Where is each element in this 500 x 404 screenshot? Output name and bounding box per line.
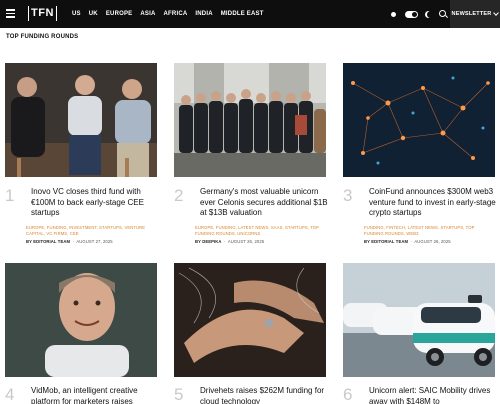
nav-link-us[interactable]: US xyxy=(72,11,81,17)
article-card[interactable]: 2 Germany's most valuable unicorn ever C… xyxy=(174,63,328,253)
article-date: AUGUST 27, 2025 xyxy=(76,239,113,244)
rank-number: 3 xyxy=(343,186,353,205)
search-icon[interactable] xyxy=(439,9,448,19)
article-date: AUGUST 26, 2025 xyxy=(414,239,451,244)
article-card[interactable]: 4 VidMob, an intelligent creative platfo… xyxy=(5,263,157,404)
hands-tech-illustration xyxy=(174,263,326,377)
article-byline: BY EDITORIAL TEAM · AUGUST 27, 2025 xyxy=(26,239,113,244)
chevron-down-icon xyxy=(493,10,500,16)
region-nav: US UK EUROPE ASIA AFRICA INDIA MIDDLE EA… xyxy=(72,0,264,28)
nav-link-india[interactable]: INDIA xyxy=(195,11,212,17)
article-image[interactable] xyxy=(343,263,495,377)
nav-link-uk[interactable]: UK xyxy=(89,11,98,17)
article-image[interactable] xyxy=(343,63,495,177)
article-title[interactable]: Unicorn alert: SAIC Mobility drives away… xyxy=(369,386,497,404)
article-card[interactable]: 5 Drivehets raises $262M funding for clo… xyxy=(174,263,326,404)
article-title[interactable]: Drivehets raises $262M funding for cloud… xyxy=(200,386,328,404)
site-logo[interactable]: TFN xyxy=(28,6,57,21)
section-title: TOP FUNDING ROUNDS xyxy=(6,34,79,40)
article-card[interactable]: 3 CoinFund announces $300M web3 venture … xyxy=(343,63,497,253)
article-title[interactable]: VidMob, an intelligent creative platform… xyxy=(31,386,159,404)
nav-link-europe[interactable]: EUROPE xyxy=(106,11,133,17)
article-image[interactable] xyxy=(174,263,326,377)
nav-tools xyxy=(389,0,448,28)
article-title[interactable]: Germany's most valuable unicorn ever Cel… xyxy=(200,187,328,219)
article-author[interactable]: BY DEEPIKA xyxy=(195,239,222,244)
nav-link-africa[interactable]: AFRICA xyxy=(164,11,188,17)
rank-number: 2 xyxy=(174,186,184,205)
article-author[interactable]: BY EDITORIAL TEAM xyxy=(364,239,408,244)
team-photo-illustration xyxy=(5,63,157,177)
moon-icon xyxy=(427,11,434,18)
portrait-illustration xyxy=(5,263,157,377)
article-tags[interactable]: EUROPE, FUNDING, INVESTMENT, STARTUPS, V… xyxy=(26,225,156,237)
rank-number: 5 xyxy=(174,385,184,404)
sun-icon xyxy=(389,10,398,19)
top-navbar: TFN US UK EUROPE ASIA AFRICA INDIA MIDDL… xyxy=(0,0,500,28)
rank-number: 6 xyxy=(343,385,353,404)
article-card[interactable]: 6 Unicorn alert: SAIC Mobility drives aw… xyxy=(343,263,495,404)
nav-link-asia[interactable]: ASIA xyxy=(140,11,155,17)
article-byline: BY DEEPIKA · AUGUST 26, 2025 xyxy=(195,239,265,244)
article-tags[interactable]: FUNDING, FINTECH, LATEST NEWS, STARTUPS,… xyxy=(364,225,494,237)
article-title[interactable]: CoinFund announces $300M web3 venture fu… xyxy=(369,187,497,219)
article-author[interactable]: BY EDITORIAL TEAM xyxy=(26,239,70,244)
nav-link-middle-east[interactable]: MIDDLE EAST xyxy=(221,11,264,17)
rank-number: 1 xyxy=(5,186,15,205)
article-image[interactable] xyxy=(5,63,157,177)
newsletter-button[interactable]: NEWSLETTER xyxy=(450,0,500,28)
group-photo-illustration xyxy=(174,63,326,177)
rank-number: 4 xyxy=(5,385,15,404)
article-tags[interactable]: EUROPE, FUNDING, LATEST NEWS, SAAS, STAR… xyxy=(195,225,325,237)
newsletter-label: NEWSLETTER xyxy=(451,11,492,17)
article-title[interactable]: Inovo VC closes third fund with €100M to… xyxy=(31,187,159,219)
theme-toggle[interactable] xyxy=(405,10,418,18)
article-image[interactable] xyxy=(174,63,326,177)
article-byline: BY EDITORIAL TEAM · AUGUST 26, 2025 xyxy=(364,239,451,244)
article-image[interactable] xyxy=(5,263,157,377)
hamburger-menu-icon[interactable] xyxy=(6,9,15,18)
article-date: AUGUST 26, 2025 xyxy=(227,239,265,244)
article-card[interactable]: 1 Inovo VC closes third fund with €100M … xyxy=(5,63,157,253)
network-illustration xyxy=(343,63,495,177)
robotaxi-illustration xyxy=(343,263,495,377)
